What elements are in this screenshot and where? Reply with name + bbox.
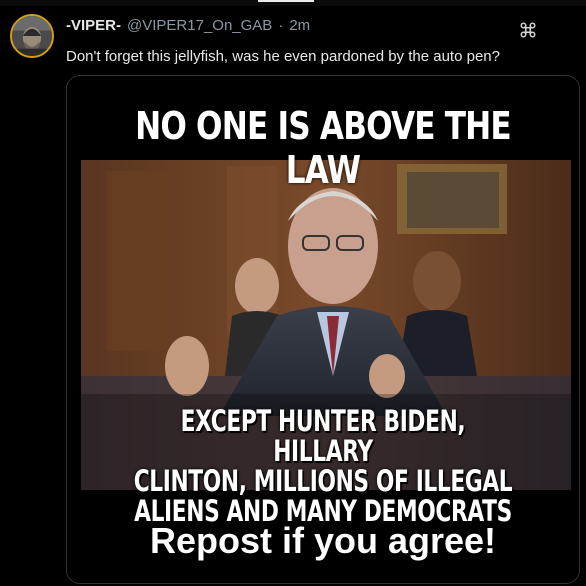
meme-image[interactable]: NO ONE IS ABOVE THE LAW EXCEPT HUNTER BI… bbox=[66, 75, 580, 584]
post-header: -VIPER- @VIPER17_On_GAB · 2m bbox=[66, 17, 310, 37]
meme-bottom-text: Repost if you agree! bbox=[149, 520, 497, 561]
display-name[interactable]: -VIPER- bbox=[66, 17, 121, 34]
timestamp[interactable]: 2m bbox=[289, 17, 310, 34]
post-card[interactable]: -VIPER- @VIPER17_On_GAB · 2m Don't forge… bbox=[0, 6, 586, 586]
post-text: Don't forget this jellyfish, was he even… bbox=[66, 48, 500, 65]
meme-mid-line: EXCEPT HUNTER BIDEN, HILLARY bbox=[180, 404, 466, 468]
meme-mid-text: EXCEPT HUNTER BIDEN, HILLARY CLINTON, MI… bbox=[131, 406, 515, 526]
active-tab-indicator bbox=[258, 0, 314, 2]
avatar[interactable] bbox=[10, 14, 54, 58]
meme-top-text: NO ONE IS ABOVE THE LAW bbox=[135, 104, 512, 192]
meme-mid-line: CLINTON, MILLIONS OF ILLEGAL bbox=[133, 464, 513, 498]
separator: · bbox=[278, 17, 284, 34]
user-handle[interactable]: @VIPER17_On_GAB bbox=[127, 17, 272, 34]
command-icon[interactable] bbox=[514, 16, 542, 44]
